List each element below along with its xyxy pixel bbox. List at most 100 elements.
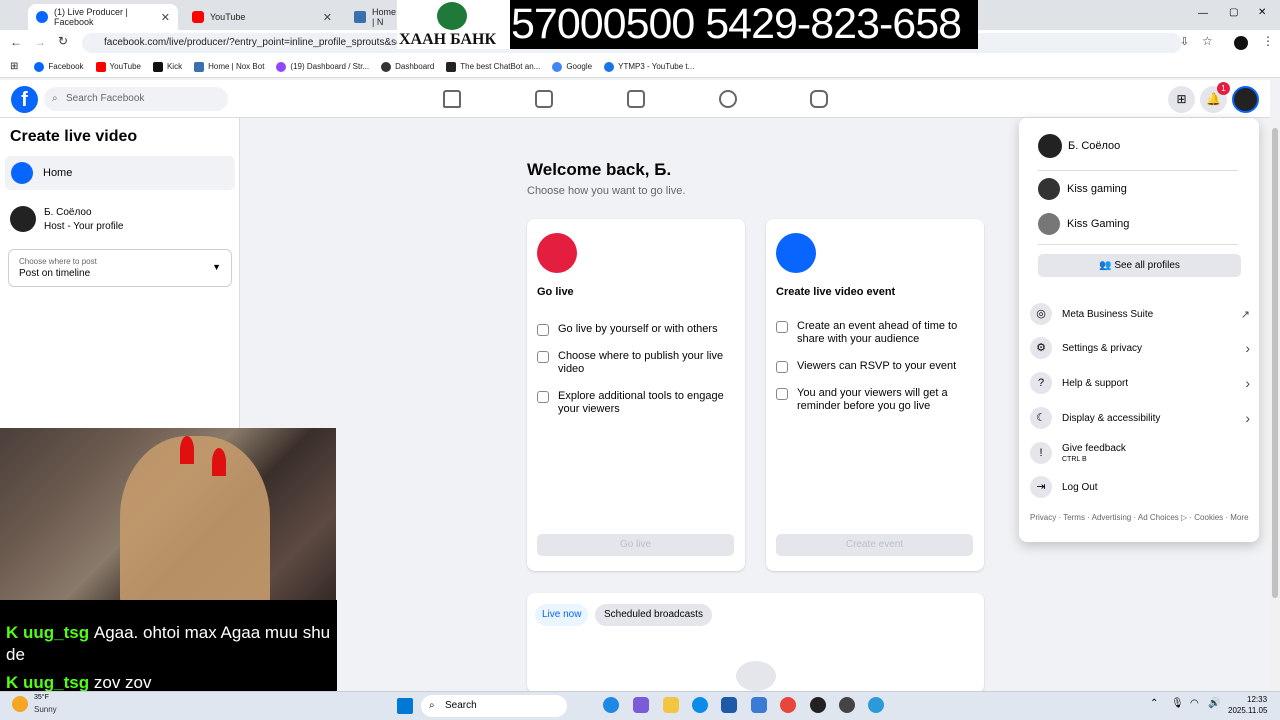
bookmark-item[interactable]: Facebook	[34, 61, 84, 72]
menu-display-accessibility[interactable]: ☾ Display & accessibility ›	[1030, 405, 1250, 431]
help-icon: ?	[1030, 372, 1052, 394]
menu-help-support[interactable]: ? Help & support ›	[1030, 370, 1250, 396]
menu-log-out[interactable]: ⇥ Log Out	[1030, 474, 1250, 500]
calendar-icon	[537, 351, 549, 363]
bookmarks-bar: ⊞ Facebook YouTube Kick Home | Nox Bot (…	[0, 56, 1280, 78]
profile-option[interactable]: Kiss Gaming	[1038, 213, 1129, 235]
gaming-nav-icon[interactable]	[810, 90, 828, 108]
tab-title: (1) Live Producer | Facebook	[54, 7, 128, 27]
bookmark-item[interactable]: The best ChatBot an...	[446, 61, 540, 72]
tab-youtube[interactable]: YouTube ✕	[184, 4, 340, 30]
bookmark-star-icon[interactable]: ☆	[1202, 34, 1213, 48]
close-window-button[interactable]: ✕	[1258, 7, 1266, 18]
webcam-feed	[0, 428, 336, 616]
calendar-event-icon	[776, 233, 816, 273]
marketplace-nav-icon[interactable]	[627, 90, 645, 108]
video-nav-icon[interactable]	[535, 90, 553, 108]
clock-time[interactable]: 12:33	[1247, 695, 1267, 704]
store-icon[interactable]	[721, 697, 737, 713]
host-profile[interactable]: Б. Соёлоо Host - Your profile	[10, 206, 124, 232]
feature-list: Create an event ahead of time to share w…	[776, 320, 976, 427]
app-icon[interactable]	[839, 697, 855, 713]
groups-nav-icon[interactable]	[719, 90, 737, 108]
windows-start-icon[interactable]	[397, 698, 413, 714]
facebook-icon	[36, 11, 48, 23]
tab-title: Home | N	[372, 7, 397, 27]
copilot-icon[interactable]	[603, 697, 619, 713]
volume-icon[interactable]: 🔊	[1208, 698, 1220, 709]
clock-date[interactable]: 2025.11.05	[1228, 706, 1267, 715]
browser-menu-icon[interactable]: ⋮	[1262, 34, 1274, 48]
chevron-right-icon: ›	[1245, 375, 1250, 391]
ytmp3-icon	[604, 61, 615, 72]
post-where-select[interactable]: Choose where to post Post on timeline ▼	[8, 249, 232, 287]
create-event-button[interactable]: Create event	[776, 534, 973, 556]
file-explorer-icon[interactable]	[663, 697, 679, 713]
reload-icon[interactable]: ↻	[58, 34, 68, 48]
scrollbar[interactable]	[1270, 118, 1280, 691]
welcome-heading: Welcome back, Б.	[527, 160, 672, 179]
footer-links[interactable]: Privacy · Terms · Advertising · Ad Choic…	[1030, 512, 1252, 523]
kick-badge-icon: K	[6, 673, 19, 692]
obs-icon[interactable]	[810, 697, 826, 713]
chrome-icon[interactable]	[780, 697, 796, 713]
gear-icon: ⚙	[1030, 337, 1052, 359]
chatbot-icon	[446, 61, 457, 72]
bookmark-item[interactable]: Home | Nox Bot	[194, 61, 264, 72]
back-icon[interactable]: ←	[10, 35, 22, 49]
people-icon	[537, 324, 549, 336]
bookmark-item[interactable]: Google	[552, 61, 592, 72]
scrollbar-thumb[interactable]	[1272, 128, 1278, 598]
bookmark-item[interactable]: YTMP3 - YouTube t...	[604, 61, 694, 72]
home-icon	[194, 61, 205, 72]
youtube-icon	[95, 61, 106, 72]
profile-option[interactable]: Kiss gaming	[1038, 178, 1127, 200]
menu-grid-icon[interactable]: ⊞	[1168, 86, 1195, 113]
go-live-button[interactable]: Go live	[537, 534, 734, 556]
menu-meta-business-suite[interactable]: ◎ Meta Business Suite ↗	[1030, 301, 1250, 327]
tab-close-icon[interactable]: ✕	[161, 11, 170, 24]
app-icon[interactable]	[751, 697, 767, 713]
weather-desc[interactable]: Sunny	[34, 705, 57, 714]
tab-close-icon[interactable]: ✕	[323, 11, 332, 24]
minimize-button[interactable]: —	[1198, 8, 1208, 19]
tab-live-producer[interactable]: (1) Live Producer | Facebook ✕	[28, 4, 178, 30]
bookmark-item[interactable]: Dashboard	[381, 61, 434, 72]
video-camera-icon	[736, 661, 776, 691]
sidebar-item-home[interactable]: Home	[5, 156, 235, 190]
tab-scheduled[interactable]: Scheduled broadcasts	[595, 604, 712, 626]
search-input[interactable]: ⌕ Search Facebook	[44, 87, 228, 111]
maximize-button[interactable]: ▢	[1229, 7, 1238, 18]
person-figure	[120, 436, 270, 616]
home-nav-icon[interactable]	[443, 90, 461, 108]
app-icon[interactable]	[868, 697, 884, 713]
bookmark-item[interactable]: (19) Dashboard / Str...	[276, 61, 369, 72]
menu-give-feedback[interactable]: ! Give feedback CTRL B	[1030, 439, 1250, 467]
kick-badge-icon: K	[6, 623, 19, 642]
microphone-icon[interactable]: 🎙	[1171, 698, 1184, 709]
facebook-logo[interactable]: f	[11, 86, 38, 113]
tab-live-now[interactable]: Live now	[535, 604, 589, 626]
wifi-icon[interactable]: ◠	[1190, 698, 1199, 709]
divider	[1038, 170, 1238, 171]
chevron-up-icon[interactable]: ⌃	[1150, 698, 1158, 709]
see-all-profiles-button[interactable]: 👥 See all profiles	[1038, 254, 1241, 277]
bookmark-item[interactable]: YouTube	[95, 61, 141, 72]
welcome-subtitle: Choose how you want to go live.	[527, 185, 686, 197]
devil-horn-icon	[212, 448, 226, 476]
app-icon[interactable]	[633, 697, 649, 713]
bookmark-item[interactable]: Kick	[152, 61, 182, 72]
profile-option[interactable]: Б. Соёлоо	[1038, 134, 1120, 158]
youtube-icon	[192, 11, 204, 23]
chevron-right-icon: ›	[1245, 340, 1250, 356]
taskbar-search[interactable]: ⌕ Search	[421, 695, 567, 717]
apps-grid-icon[interactable]: ⊞	[10, 61, 18, 72]
profile-avatar[interactable]	[1234, 36, 1248, 50]
dashboard-icon	[381, 61, 392, 72]
home-icon	[354, 11, 366, 23]
menu-settings-privacy[interactable]: ⚙ Settings & privacy ›	[1030, 335, 1250, 361]
account-avatar[interactable]	[1232, 86, 1259, 113]
forward-icon[interactable]: →	[34, 35, 46, 49]
edge-icon[interactable]	[692, 697, 708, 713]
avatar	[1038, 213, 1060, 235]
